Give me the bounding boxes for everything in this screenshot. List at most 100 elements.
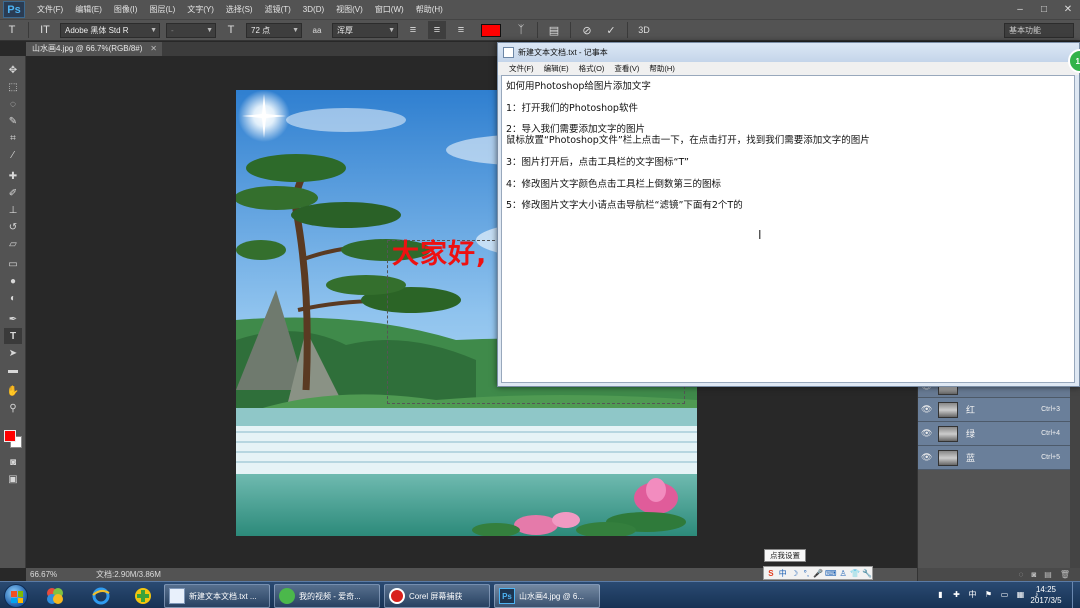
sogou-logo-icon[interactable]: S bbox=[766, 568, 776, 579]
notepad-menu-item[interactable]: 文件(F) bbox=[504, 62, 539, 75]
anti-alias-select[interactable]: 浑厚 ▼ bbox=[332, 22, 398, 38]
workspace-select[interactable]: 基本功能 bbox=[1004, 23, 1074, 38]
notepad-menu-item[interactable]: 帮助(H) bbox=[644, 62, 679, 75]
clock[interactable]: 14:25 2017/3/5 bbox=[1022, 584, 1070, 606]
visibility-eye-icon[interactable]: 👁 bbox=[921, 452, 935, 463]
visibility-eye-icon[interactable]: 👁 bbox=[921, 404, 935, 415]
text-orientation-icon[interactable]: IT bbox=[36, 21, 54, 39]
move-tool-icon[interactable]: ✥ bbox=[4, 62, 22, 78]
menu-item[interactable]: 图像(I) bbox=[108, 0, 144, 19]
soft-keyboard-icon[interactable]: ⌨ bbox=[825, 568, 837, 579]
menu-item[interactable]: 编辑(E) bbox=[69, 0, 108, 19]
new-channel-icon[interactable]: ▤ bbox=[1044, 570, 1052, 579]
notepad-titlebar[interactable]: 新建文本文档.txt - 记事本 bbox=[498, 43, 1079, 62]
start-button[interactable] bbox=[4, 584, 28, 608]
channel-row[interactable]: 👁 绿 Ctrl+4 bbox=[918, 422, 1070, 446]
ime-tray-icon[interactable]: 中 bbox=[967, 588, 978, 600]
document-tab[interactable]: 山水画4.jpg @ 66.7%(RGB/8#) ✕ bbox=[26, 42, 162, 56]
zoom-tool-icon[interactable]: ⚲ bbox=[4, 400, 22, 416]
panel-scrollbar[interactable] bbox=[1070, 380, 1080, 570]
close-button[interactable]: ✕ bbox=[1056, 0, 1080, 19]
type-tool-icon[interactable]: T bbox=[4, 328, 22, 344]
dodge-tool-icon[interactable]: ◐ bbox=[4, 290, 22, 306]
foreground-color-swatch[interactable] bbox=[4, 430, 16, 442]
3d-icon[interactable]: 3D bbox=[635, 21, 653, 39]
save-selection-icon[interactable]: ◙ bbox=[1031, 570, 1036, 579]
notepad-text-area[interactable]: I 如何用Photoshop给图片添加文字 1：打开我们的Photoshop软件 2… bbox=[501, 75, 1075, 383]
internet-explorer-icon[interactable] bbox=[86, 585, 116, 607]
font-size-select[interactable]: 72 点 ▼ bbox=[246, 22, 302, 38]
user-icon[interactable]: ♙ bbox=[838, 568, 848, 579]
eyedropper-tool-icon[interactable]: ⁄ bbox=[4, 147, 22, 163]
crop-tool-icon[interactable]: ⌗ bbox=[4, 130, 22, 146]
menu-item[interactable]: 图层(L) bbox=[143, 0, 181, 19]
voice-icon[interactable]: 🎤 bbox=[813, 568, 823, 579]
menu-item[interactable]: 窗口(W) bbox=[369, 0, 410, 19]
menu-item[interactable]: 文字(Y) bbox=[181, 0, 220, 19]
path-select-tool-icon[interactable]: ➤ bbox=[4, 345, 22, 361]
notepad-menu-item[interactable]: 编辑(E) bbox=[539, 62, 574, 75]
screen-mode-icon[interactable]: ▣ bbox=[4, 471, 22, 487]
align-left-icon[interactable]: ≡ bbox=[404, 21, 422, 39]
show-desktop-button[interactable] bbox=[1072, 582, 1080, 608]
brush-tool-icon[interactable]: ✐ bbox=[4, 185, 22, 201]
zoom-level[interactable]: 66.67% bbox=[30, 568, 57, 581]
menu-item[interactable]: 帮助(H) bbox=[410, 0, 449, 19]
taskbar-item-notepad[interactable]: 新建文本文档.txt ... bbox=[164, 584, 270, 608]
character-panel-icon[interactable]: ▤ bbox=[545, 21, 563, 39]
delete-channel-icon[interactable]: 🗑 bbox=[1060, 570, 1070, 579]
menu-item[interactable]: 选择(S) bbox=[220, 0, 259, 19]
quick-select-tool-icon[interactable]: ✎ bbox=[4, 113, 22, 129]
type-tool-preset-icon[interactable]: T bbox=[3, 21, 21, 39]
notepad-menu-item[interactable]: 格式(O) bbox=[574, 62, 610, 75]
clone-stamp-tool-icon[interactable]: ⊥ bbox=[4, 202, 22, 218]
tools-icon[interactable]: 🔧 bbox=[862, 568, 872, 579]
battery-icon[interactable]: ▮ bbox=[935, 588, 946, 600]
hand-tool-icon[interactable]: ✋ bbox=[4, 383, 22, 399]
pinned-app-icon[interactable] bbox=[40, 585, 70, 607]
monitor-icon[interactable]: ▭ bbox=[999, 588, 1010, 600]
canvas-text-layer[interactable]: 大家好, bbox=[392, 232, 487, 271]
document-info[interactable]: 文档:2.90M/3.86M bbox=[96, 568, 161, 581]
menu-item[interactable]: 滤镜(T) bbox=[259, 0, 297, 19]
gradient-tool-icon[interactable]: ▭ bbox=[4, 256, 22, 272]
taskbar-item-corel-capture[interactable]: Corel 屏幕捕获 bbox=[384, 584, 490, 608]
marquee-tool-icon[interactable]: ⬚ bbox=[4, 79, 22, 95]
channel-row[interactable]: 👁 红 Ctrl+3 bbox=[918, 398, 1070, 422]
load-selection-icon[interactable]: ◌ bbox=[1019, 570, 1024, 579]
notepad-menu-item[interactable]: 查看(V) bbox=[609, 62, 644, 75]
align-right-icon[interactable]: ≡ bbox=[452, 21, 470, 39]
text-color-swatch[interactable] bbox=[481, 23, 501, 37]
blur-tool-icon[interactable]: ● bbox=[4, 273, 22, 289]
notepad-window[interactable]: 新建文本文档.txt - 记事本 文件(F) 编辑(E) 格式(O) 查看(V) 帮助(… bbox=[497, 42, 1080, 387]
punctuation-icon[interactable]: °, bbox=[801, 568, 811, 579]
commit-edit-icon[interactable]: ✓ bbox=[602, 21, 620, 39]
shape-tool-icon[interactable]: ▬ bbox=[4, 362, 22, 378]
font-style-select[interactable]: - ▼ bbox=[166, 22, 216, 38]
skin-icon[interactable]: 👕 bbox=[850, 568, 860, 579]
quick-mask-icon[interactable]: ◙ bbox=[4, 454, 22, 470]
close-tab-icon[interactable]: ✕ bbox=[150, 42, 157, 56]
half-width-icon[interactable]: ☽ bbox=[790, 568, 800, 579]
healing-brush-tool-icon[interactable]: ✚ bbox=[4, 168, 22, 184]
channel-row[interactable]: 👁 蓝 Ctrl+5 bbox=[918, 446, 1070, 470]
network-app-icon[interactable]: ✚ bbox=[951, 588, 962, 600]
menu-item[interactable]: 3D(D) bbox=[297, 0, 330, 19]
cancel-edit-icon[interactable]: ⊘ bbox=[578, 21, 596, 39]
ime-language-toggle[interactable]: 中 bbox=[778, 568, 788, 579]
flag-icon[interactable]: ⚑ bbox=[983, 588, 994, 600]
minimize-button[interactable]: – bbox=[1008, 0, 1032, 19]
visibility-eye-icon[interactable]: 👁 bbox=[921, 428, 935, 439]
align-center-icon[interactable]: ≡ bbox=[428, 21, 446, 39]
menu-item[interactable]: 文件(F) bbox=[31, 0, 69, 19]
maximize-button[interactable]: □ bbox=[1032, 0, 1056, 19]
lasso-tool-icon[interactable]: ◌ bbox=[4, 96, 22, 112]
warp-text-icon[interactable]: ᛉ bbox=[512, 21, 530, 39]
history-brush-tool-icon[interactable]: ↺ bbox=[4, 219, 22, 235]
pen-tool-icon[interactable]: ✒ bbox=[4, 311, 22, 327]
menu-item[interactable]: 视图(V) bbox=[330, 0, 369, 19]
taskbar-item-iqiyi[interactable]: 我的视频 - 爱奇... bbox=[274, 584, 380, 608]
eraser-tool-icon[interactable]: ▱ bbox=[4, 236, 22, 252]
360-security-icon[interactable] bbox=[128, 585, 158, 607]
font-family-select[interactable]: Adobe 黑体 Std R ▼ bbox=[60, 22, 160, 38]
